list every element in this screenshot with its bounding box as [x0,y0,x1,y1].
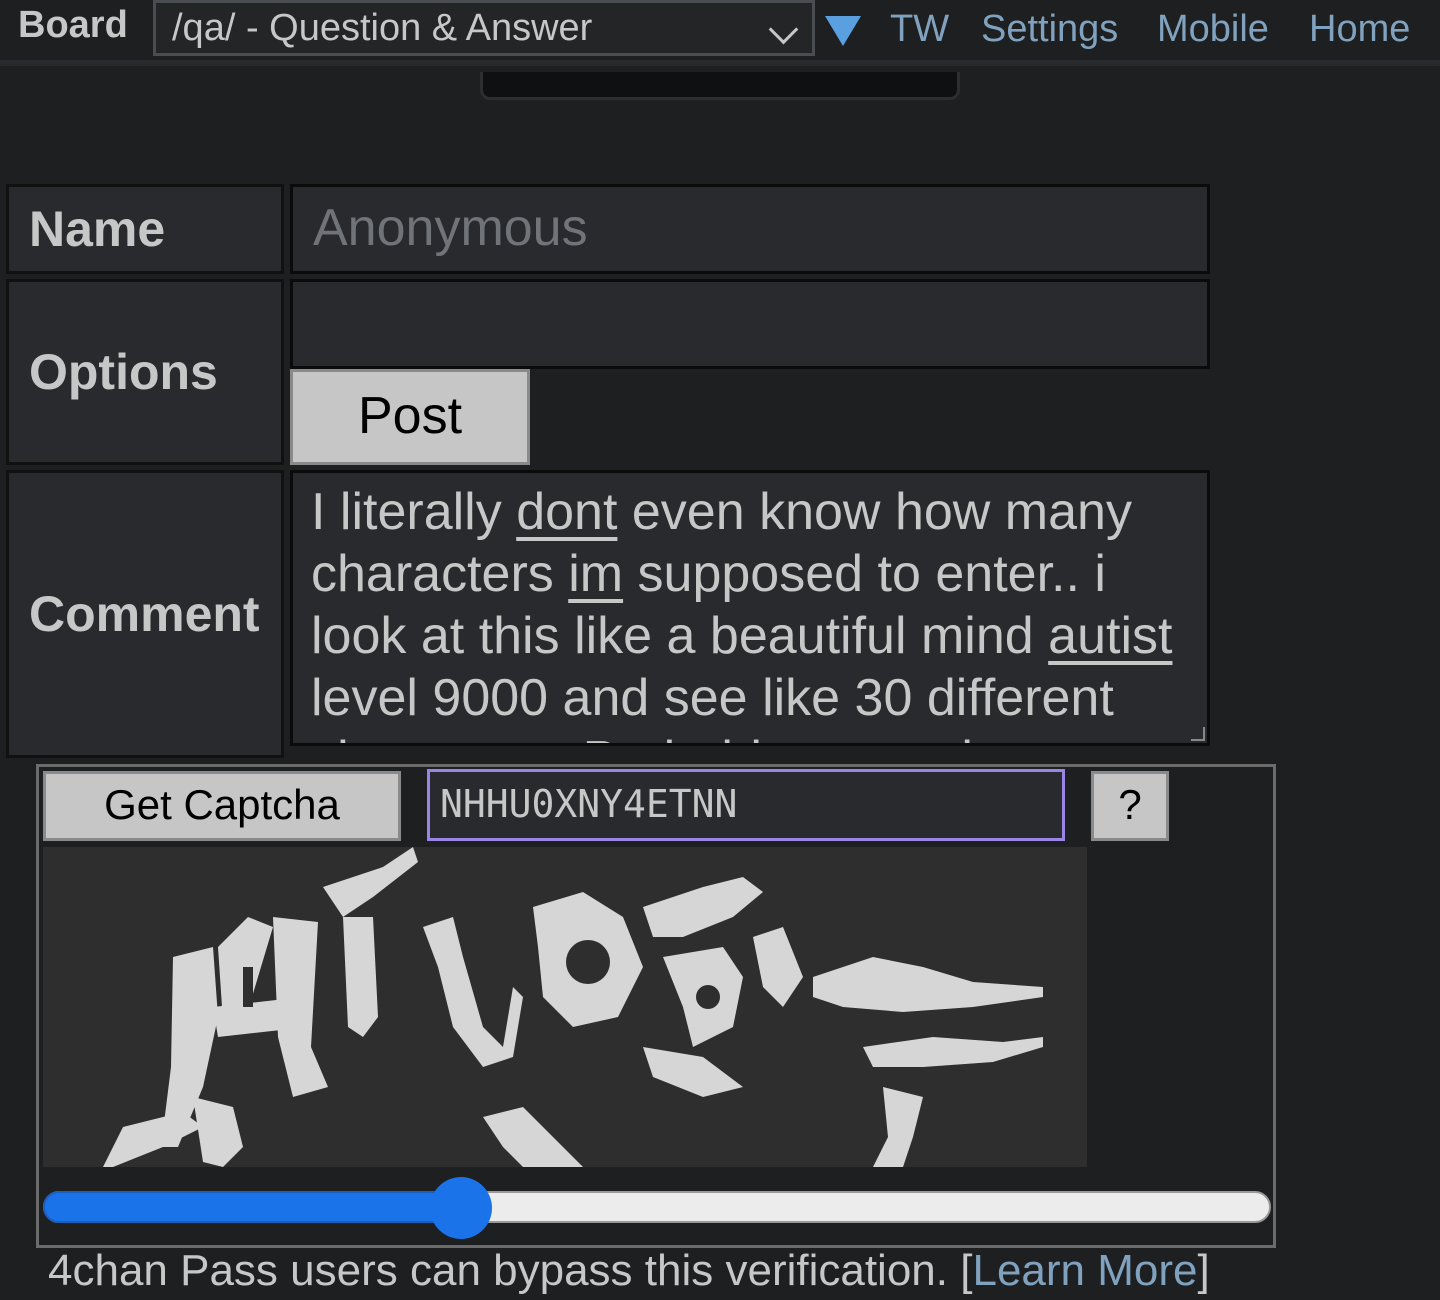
nav-link-settings[interactable]: Settings [981,8,1118,51]
bracket-close: ] [1197,1246,1210,1295]
captcha-container: Get Captcha NHHU0XNY4ETNN ? [36,764,1276,1248]
name-label: Name [6,184,284,274]
resize-grip-icon[interactable] [1191,727,1205,741]
get-captcha-button[interactable]: Get Captcha [43,771,401,841]
captcha-image [43,847,1087,1167]
dropdown-triangle-icon[interactable] [825,16,861,46]
comment-textarea[interactable]: I literally dont even know how many char… [290,470,1210,746]
slider-fill [43,1191,461,1223]
board-select[interactable]: /qa/ - Question & Answer [153,0,815,56]
options-input[interactable] [290,279,1210,369]
collapsed-panel-tab[interactable] [480,72,960,100]
pass-note-text: 4chan Pass users can bypass this verific… [48,1246,961,1295]
board-select-value: /qa/ - Question & Answer [172,7,593,49]
post-button[interactable]: Post [290,369,530,465]
nav-link-mobile[interactable]: Mobile [1157,8,1269,51]
captcha-slider[interactable] [43,1177,1271,1239]
nav-link-tw[interactable]: TW [890,8,949,51]
captcha-input[interactable]: NHHU0XNY4ETNN [427,769,1065,841]
comment-label: Comment [6,470,284,758]
options-label: Options [6,279,284,465]
nav-link-home[interactable]: Home [1309,8,1410,51]
board-label: Board [18,4,128,46]
bracket-open: [ [960,1246,973,1295]
pass-bypass-note: 4chan Pass users can bypass this verific… [48,1246,1210,1296]
top-navigation-bar: Board /qa/ - Question & Answer TW Settin… [0,0,1440,66]
slider-thumb[interactable] [430,1177,492,1239]
name-input[interactable]: Anonymous [290,184,1210,274]
learn-more-link[interactable]: Learn More [972,1246,1197,1295]
captcha-help-button[interactable]: ? [1091,771,1169,841]
chevron-down-icon [768,14,799,45]
comment-text: I literally dont even know how many char… [311,483,1173,743]
